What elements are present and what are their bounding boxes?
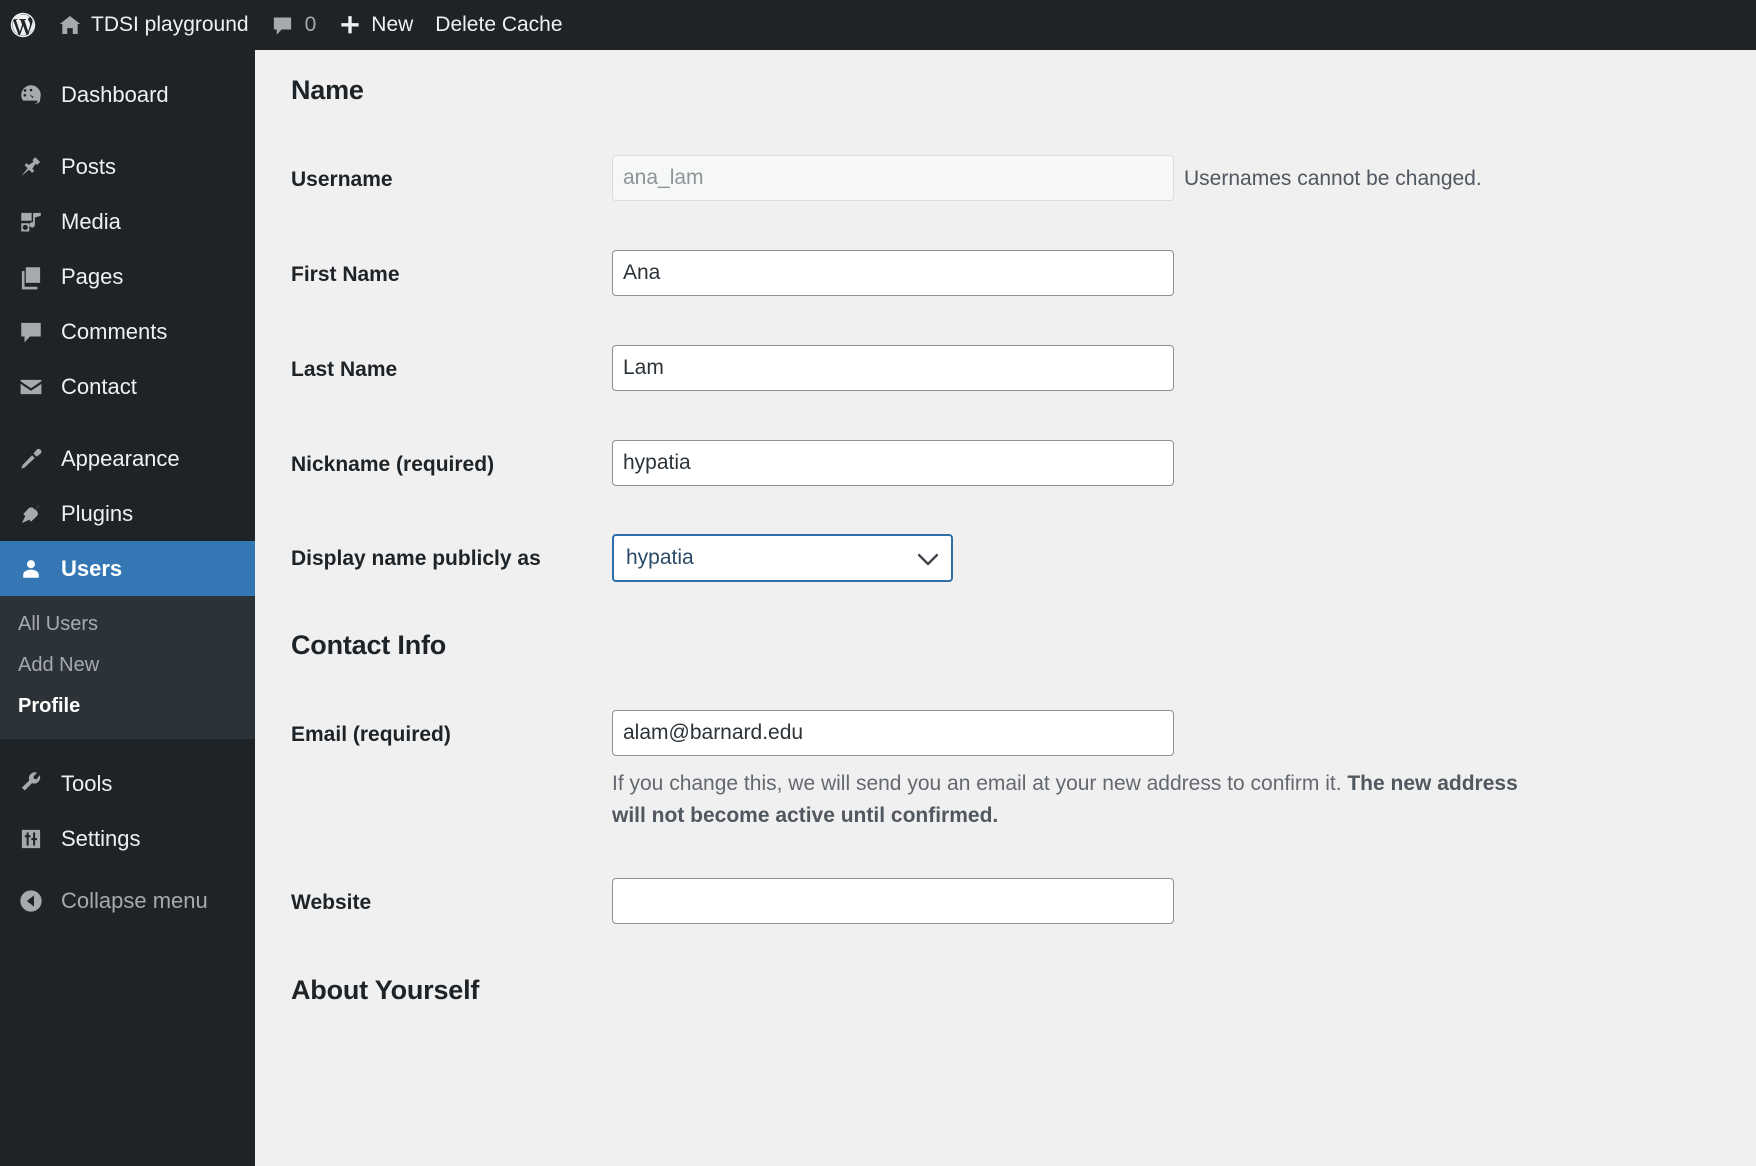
sidebar-item-label: Comments	[61, 318, 168, 344]
email-input[interactable]	[612, 710, 1174, 756]
pin-icon	[10, 154, 52, 180]
sidebar-item-users[interactable]: Users	[0, 541, 263, 596]
paintbrush-icon	[10, 446, 52, 472]
email-description-normal: If you change this, we will send you an …	[612, 772, 1348, 795]
sidebar-subitem-add-new[interactable]: Add New	[0, 645, 255, 686]
sidebar-item-media[interactable]: Media	[0, 194, 255, 249]
collapse-menu-button[interactable]: Collapse menu	[0, 873, 255, 928]
menu-separator	[0, 414, 255, 431]
comments-menu-item[interactable]: 0	[260, 0, 328, 50]
sidebar-item-posts[interactable]: Posts	[0, 139, 255, 194]
display-name-select[interactable]: hypatia	[612, 534, 953, 582]
delete-cache-menu-item[interactable]: Delete Cache	[424, 0, 573, 50]
email-label: Email (required)	[291, 723, 451, 746]
sidebar-item-label: Appearance	[61, 445, 180, 471]
admin-sidebar-menu: Dashboard Posts Media Pages Comments Con…	[0, 50, 263, 1166]
plug-icon	[10, 501, 52, 527]
section-heading-contact-info: Contact Info	[291, 630, 447, 660]
sidebar-item-pages[interactable]: Pages	[0, 249, 255, 304]
new-content-menu-item[interactable]: New	[327, 0, 424, 50]
menu-top-spacer	[0, 50, 255, 67]
username-help-text: Usernames cannot be changed.	[1184, 167, 1482, 190]
username-field-wrap: Usernames cannot be changed.	[612, 155, 1756, 201]
comment-icon	[10, 319, 52, 345]
sidebar-item-settings[interactable]: Settings	[0, 811, 255, 866]
last-name-field-wrap	[612, 345, 1756, 391]
user-icon	[10, 556, 52, 582]
sidebar-item-label: Dashboard	[61, 81, 169, 107]
display-name-label: Display name publicly as	[291, 547, 541, 570]
sliders-icon	[10, 826, 52, 852]
users-submenu: All Users Add New Profile	[0, 596, 255, 739]
email-field-wrap: If you change this, we will send you an …	[612, 710, 1756, 831]
sidebar-item-label: Pages	[61, 263, 124, 289]
wrench-icon	[10, 771, 52, 797]
delete-cache-label: Delete Cache	[435, 13, 563, 36]
sidebar-item-label: Settings	[61, 825, 141, 851]
sidebar-item-contact[interactable]: Contact	[0, 359, 255, 414]
sidebar-subitem-label: Profile	[18, 695, 81, 717]
wp-logo-menu-item[interactable]	[0, 0, 47, 50]
sidebar-item-label: Plugins	[61, 500, 134, 526]
section-heading-name: Name	[291, 75, 364, 105]
form-row-nickname: Nickname (required)	[255, 440, 1756, 486]
display-name-field-wrap: hypatia	[612, 534, 1756, 582]
home-icon	[58, 13, 82, 37]
website-field-wrap	[612, 878, 1756, 924]
form-row-last-name: Last Name	[255, 345, 1756, 391]
sidebar-item-label: Posts	[61, 153, 117, 179]
sidebar-item-plugins[interactable]: Plugins	[0, 486, 255, 541]
last-name-input[interactable]	[612, 345, 1174, 391]
new-label: New	[371, 13, 414, 36]
comments-count: 0	[304, 13, 317, 36]
nickname-field-wrap	[612, 440, 1756, 486]
wordpress-logo-icon	[10, 12, 36, 38]
dashboard-icon	[10, 82, 52, 108]
username-input	[612, 155, 1174, 201]
website-input[interactable]	[612, 878, 1174, 924]
sidebar-item-comments[interactable]: Comments	[0, 304, 255, 359]
sidebar-item-tools[interactable]: Tools	[0, 756, 255, 811]
sidebar-item-appearance[interactable]: Appearance	[0, 431, 255, 486]
profile-form-body: Name Username Usernames cannot be change…	[255, 50, 1756, 1166]
admin-bar: TDSI playground 0 New Delete Cache	[0, 0, 1756, 50]
sidebar-item-label: Tools	[61, 770, 113, 796]
first-name-label: First Name	[291, 263, 400, 286]
sidebar-item-dashboard[interactable]: Dashboard	[0, 67, 255, 122]
last-name-label: Last Name	[291, 358, 398, 381]
nickname-input[interactable]	[612, 440, 1174, 486]
section-heading-about-yourself: About Yourself	[291, 975, 480, 1005]
first-name-input[interactable]	[612, 250, 1174, 296]
form-row-first-name: First Name	[255, 250, 1756, 296]
sidebar-item-label: Contact	[61, 373, 137, 399]
form-row-website: Website	[255, 878, 1756, 924]
sidebar-subitem-profile[interactable]: Profile	[0, 686, 255, 727]
display-name-select-wrap: hypatia	[612, 534, 953, 582]
sidebar-item-label: Users	[61, 555, 123, 581]
comment-bubble-icon	[271, 14, 294, 37]
sidebar-subitem-label: Add New	[18, 654, 100, 676]
plus-icon	[338, 13, 362, 37]
nickname-label: Nickname (required)	[291, 453, 495, 476]
site-name-label: TDSI playground	[91, 13, 249, 36]
envelope-icon	[10, 374, 52, 400]
email-description: If you change this, we will send you an …	[612, 768, 1542, 831]
media-icon	[10, 209, 52, 235]
sidebar-item-label: Media	[61, 208, 121, 234]
website-label: Website	[291, 891, 372, 914]
menu-separator	[0, 122, 255, 139]
sidebar-subitem-all-users[interactable]: All Users	[0, 604, 255, 645]
form-row-email: Email (required) If you change this, we …	[255, 710, 1756, 831]
collapse-menu-label: Collapse menu	[61, 887, 208, 913]
pages-icon	[10, 264, 52, 290]
site-name-menu-item[interactable]: TDSI playground	[47, 0, 260, 50]
display-name-selected-value: hypatia	[626, 546, 694, 569]
username-label: Username	[291, 168, 393, 191]
collapse-arrow-icon	[10, 888, 52, 914]
menu-separator	[0, 739, 255, 756]
form-row-display-name: Display name publicly as hypatia	[255, 534, 1756, 582]
sidebar-subitem-label: All Users	[18, 613, 99, 635]
form-row-username: Username Usernames cannot be changed.	[255, 155, 1756, 201]
first-name-field-wrap	[612, 250, 1756, 296]
